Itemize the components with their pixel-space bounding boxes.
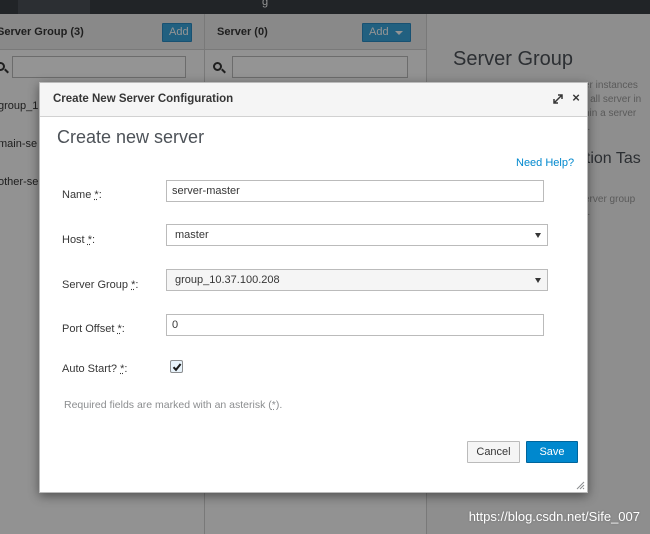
host-label: Host *: bbox=[62, 234, 96, 246]
dialog-header: Create New Server Configuration × bbox=[40, 83, 587, 117]
host-label-text: Host bbox=[62, 234, 85, 246]
name-field[interactable]: server-master bbox=[166, 180, 544, 202]
required-marker: * bbox=[131, 279, 136, 291]
resize-handle-icon[interactable] bbox=[575, 480, 585, 490]
host-select[interactable]: master bbox=[166, 224, 548, 246]
cancel-button[interactable]: Cancel bbox=[467, 441, 520, 463]
required-marker: * bbox=[94, 189, 99, 201]
name-value: server-master bbox=[172, 185, 240, 197]
watermark: https://blog.csdn.net/Sife_007 bbox=[468, 509, 640, 524]
server-group-value: group_10.37.100.208 bbox=[175, 274, 280, 286]
dialog-title: Create New Server Configuration bbox=[53, 93, 234, 105]
close-icon[interactable]: × bbox=[570, 91, 582, 104]
save-button[interactable]: Save bbox=[526, 441, 578, 463]
required-marker: * bbox=[87, 234, 92, 246]
auto-start-checkbox[interactable] bbox=[170, 360, 183, 373]
checkmark-icon bbox=[172, 363, 182, 372]
server-group-label-text: Server Group bbox=[62, 279, 129, 291]
required-fields-note: Required fields are marked with an aster… bbox=[64, 399, 282, 411]
auto-start-label: Auto Start? *: bbox=[62, 363, 128, 375]
maximize-icon[interactable] bbox=[552, 93, 564, 105]
name-label: Name *: bbox=[62, 189, 102, 201]
note-prefix: Required fields are marked with an aster… bbox=[64, 399, 272, 411]
required-marker: * bbox=[120, 363, 125, 375]
port-offset-value: 0 bbox=[172, 319, 179, 331]
need-help-link[interactable]: Need Help? bbox=[516, 157, 574, 169]
note-suffix: ). bbox=[275, 399, 283, 411]
port-offset-label: Port Offset *: bbox=[62, 323, 125, 335]
host-value: master bbox=[175, 229, 209, 241]
form-title: Create new server bbox=[57, 127, 205, 147]
name-label-text: Name bbox=[62, 189, 92, 201]
server-group-select[interactable]: group_10.37.100.208 bbox=[166, 269, 548, 291]
required-marker: * bbox=[117, 323, 122, 335]
create-server-dialog: Create New Server Configuration × Create… bbox=[39, 82, 588, 493]
auto-start-label-text: Auto Start? bbox=[62, 363, 118, 375]
port-offset-field[interactable]: 0 bbox=[166, 314, 544, 336]
chevron-down-icon bbox=[535, 278, 541, 283]
chevron-down-icon bbox=[535, 233, 541, 238]
port-offset-label-text: Port Offset bbox=[62, 323, 115, 335]
server-group-label: Server Group *: bbox=[62, 279, 139, 291]
